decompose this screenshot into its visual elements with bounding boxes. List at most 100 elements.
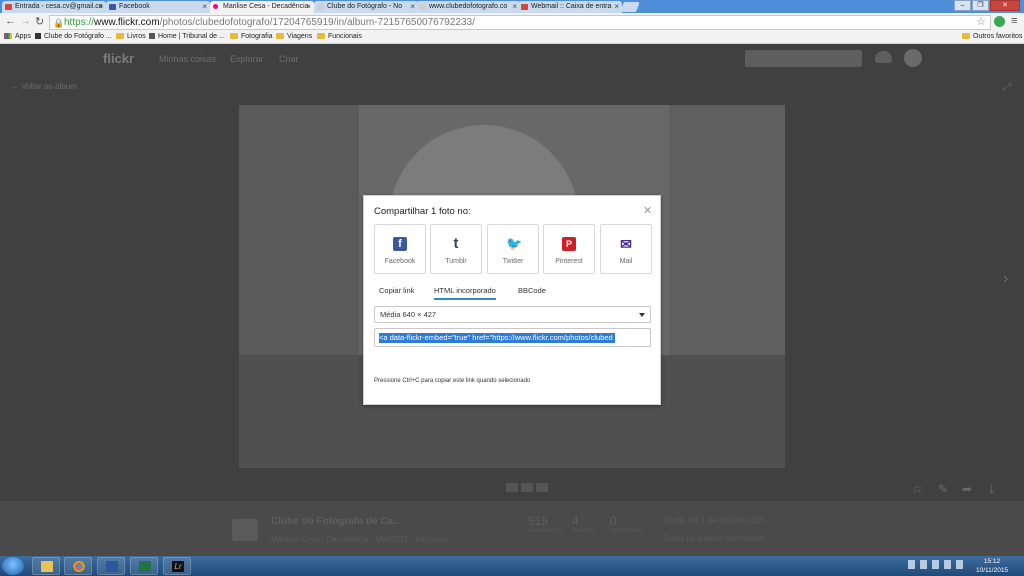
back-arrow-icon[interactable]: ← [5, 15, 16, 27]
tray-arrow-icon[interactable] [908, 560, 915, 569]
tab-embed-html[interactable]: HTML incorporado [434, 286, 496, 300]
close-tab-icon[interactable]: × [614, 1, 619, 13]
stat-label: comentários [610, 528, 643, 534]
stat-value: 0 [610, 514, 617, 528]
folder-icon [317, 33, 325, 39]
tumblr-icon: t [453, 235, 459, 252]
search-input[interactable] [745, 50, 862, 67]
antivirus-icon[interactable] [932, 560, 939, 569]
avatar[interactable] [904, 49, 922, 67]
browser-tab-clube[interactable]: Clube do Fotógrafo - No × [314, 1, 418, 13]
photo-info-panel: Clube do Fotógrafo de Ca... Marilise Ces… [0, 501, 1024, 556]
clock[interactable]: 15:12 10/11/2015 [976, 557, 1008, 575]
bookmark-folder-other[interactable]: Outros favoritos [962, 31, 1022, 43]
stat-value: 515 [528, 514, 549, 528]
reload-icon[interactable]: ↻ [35, 15, 44, 28]
folder-icon [41, 561, 53, 572]
download-icon[interactable]: ⤓ [989, 482, 994, 497]
nav-create[interactable]: Criar [279, 54, 299, 64]
address-bar[interactable]: 🔒 https://www.flickr.com/photos/clubedof… [49, 15, 991, 30]
twitter-icon: 🐦 [506, 236, 523, 251]
bookmark-apps[interactable]: Apps [4, 31, 31, 43]
folder-icon [116, 33, 124, 39]
size-small-icon[interactable] [506, 483, 518, 492]
flag-icon[interactable] [920, 560, 927, 569]
browser-tab-gmail[interactable]: Entrada - cesa.cv@gmail.co × [2, 1, 106, 13]
share-facebook-button[interactable]: f Facebook [374, 224, 426, 274]
close-tab-icon[interactable]: × [306, 1, 311, 13]
size-select[interactable]: Média 640 × 427 [374, 306, 651, 323]
close-icon[interactable]: ✕ [643, 204, 652, 217]
taskbar-excel[interactable] [130, 557, 158, 575]
back-to-album-link[interactable]: ← Voltar ao álbum [11, 82, 77, 91]
next-photo-icon[interactable]: › [1003, 270, 1008, 288]
folder-icon [230, 33, 238, 39]
extension-icon[interactable] [994, 16, 1005, 27]
page-icon [419, 4, 426, 10]
start-button[interactable] [2, 557, 24, 575]
tab-bbcode[interactable]: BBCode [518, 286, 546, 298]
bookmark-folder-fotografia[interactable]: Fotografia [230, 31, 273, 43]
system-tray [908, 560, 963, 569]
browser-tab-flickr[interactable]: Marilise Cesa - Decadência × [210, 1, 314, 13]
size-medium-icon[interactable] [521, 483, 533, 492]
embed-code-text[interactable]: <a data-flickr-embed="true" href="https:… [379, 333, 615, 343]
stat-label: visualizações [528, 528, 564, 534]
taskbar-word[interactable] [97, 557, 125, 575]
close-window-button[interactable]: ✕ [990, 0, 1020, 11]
bookmark-label: Livros [127, 33, 146, 40]
close-tab-icon[interactable]: × [202, 1, 207, 13]
close-tab-icon[interactable]: × [512, 1, 517, 13]
license-info[interactable]: Todos os direitos reservados [663, 534, 765, 543]
share-pinterest-button[interactable]: P Pinterest [543, 224, 595, 274]
browser-tab-webmail[interactable]: Webmail :: Caixa de entra × [518, 1, 622, 13]
browser-toolbar: ← → ↻ 🔒 https://www.flickr.com/photos/cl… [0, 13, 1024, 31]
bookmark-folder-viagens[interactable]: Viagens [276, 31, 312, 43]
taskbar-chrome[interactable] [64, 557, 92, 575]
tab-title: www.clubedofotografo.co [429, 3, 508, 10]
browser-tab-clube-site[interactable]: www.clubedofotografo.co × [416, 1, 520, 13]
close-tab-icon[interactable]: × [410, 1, 415, 13]
volume-icon[interactable] [956, 560, 963, 569]
flickr-logo[interactable]: flickr [103, 51, 134, 66]
url-host: www.flickr.com [94, 17, 160, 28]
bookmark-folder-livros[interactable]: Livros [116, 31, 146, 43]
upload-cloud-icon[interactable] [875, 51, 892, 63]
share-arrow-icon[interactable]: ➦ [962, 482, 972, 496]
share-mail-button[interactable]: ✉ Mail [600, 224, 652, 274]
album-thumbnail[interactable] [232, 519, 258, 541]
taskbar-lightroom[interactable]: Lr [163, 557, 191, 575]
url-scheme: https:// [64, 17, 95, 28]
network-icon[interactable] [944, 560, 951, 569]
restore-button[interactable]: ❐ [972, 0, 989, 11]
bookmark-folder-funcionais[interactable]: Funcionais [317, 31, 362, 43]
fullscreen-icon[interactable]: ⤢ [1003, 82, 1011, 93]
taskbar-explorer[interactable] [32, 557, 60, 575]
embed-code-field[interactable]: <a data-flickr-embed="true" href="https:… [374, 328, 651, 347]
new-tab-button[interactable] [620, 2, 640, 12]
tab-title: Webmail :: Caixa de entra [531, 3, 612, 10]
bookmark-tribunal[interactable]: Home | Tribunal de ... [149, 31, 225, 43]
album-title[interactable]: Clube do Fotógrafo de Ca... [271, 516, 402, 527]
share-tumblr-button[interactable]: t Tumblr [430, 224, 482, 274]
size-large-icon[interactable] [536, 483, 548, 492]
tab-copy-link[interactable]: Copiar link [379, 286, 414, 298]
mail-icon: ✉ [620, 236, 632, 252]
browser-tab-facebook[interactable]: Facebook × [106, 1, 210, 13]
tab-title: Marilise Cesa - Decadência [223, 3, 309, 10]
bookmark-clube[interactable]: Clube do Fotógrafo ... [35, 31, 112, 43]
lightroom-icon: Lr [172, 561, 184, 572]
edit-icon[interactable]: ✎ [938, 482, 948, 496]
chevron-down-icon [639, 313, 645, 317]
nav-my-stuff[interactable]: Minhas coisas [159, 54, 216, 64]
favorite-star-icon[interactable]: ☆ [912, 482, 923, 496]
bookmark-icon [149, 33, 155, 39]
chrome-menu-icon[interactable]: ≡ [1011, 15, 1017, 27]
nav-explore[interactable]: Explorar [230, 54, 264, 64]
bookmark-star-icon[interactable]: ☆ [976, 16, 986, 29]
share-twitter-button[interactable]: 🐦 Twitter [487, 224, 539, 274]
forward-arrow-icon[interactable]: → [20, 15, 31, 27]
apps-grid-icon [4, 33, 12, 39]
close-tab-icon[interactable]: × [98, 1, 103, 13]
minimize-button[interactable]: – [954, 0, 971, 11]
